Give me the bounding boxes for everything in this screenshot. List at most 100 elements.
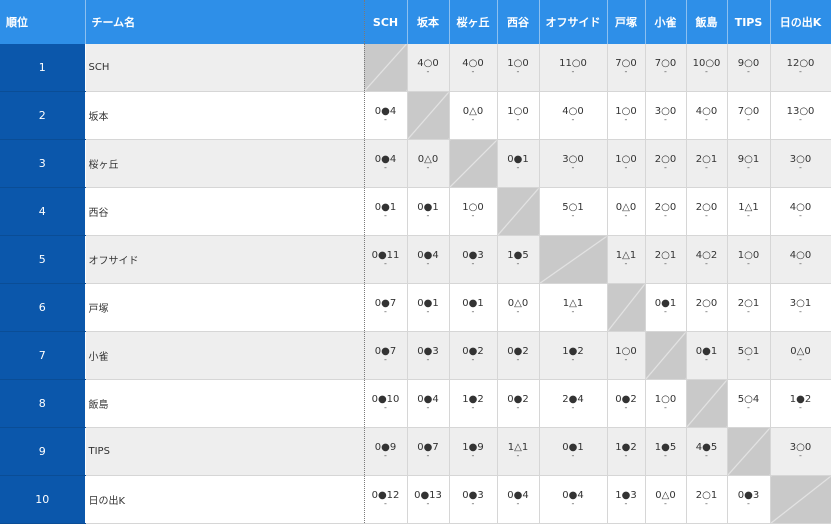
table-row: 5 オフサイド 0●11-0●4-0●3-1●5- 1△1-2○1-4○2-1○0-4… — [0, 235, 831, 284]
match-result-cell: 0●2- — [497, 379, 540, 428]
match-sub-mark: - — [705, 115, 708, 124]
team-name-cell: TIPS — [85, 427, 365, 476]
match-sub-mark: - — [624, 67, 628, 76]
match-result-cell: 0●4- — [407, 235, 450, 284]
match-result-cell: 0●2- — [449, 331, 498, 380]
match-sub-mark: - — [571, 67, 575, 76]
match-sub-mark: - — [426, 307, 430, 316]
self-match-cell — [497, 187, 540, 236]
match-result-cell: 0●1- — [407, 187, 450, 236]
match-sub-mark: - — [799, 211, 802, 220]
match-results-table: 順位 チーム名 SCH 坂本 桜ヶ丘 西谷 オフサイド 戸塚 小雀 飯島 TIPS 日の出K 1S… — [0, 0, 831, 524]
match-result-cell: 0△0- — [407, 139, 450, 188]
column-header-opponent: 坂本 — [407, 0, 450, 44]
match-result-cell: 1○0- — [449, 187, 498, 236]
match-sub-mark: - — [516, 403, 520, 412]
match-sub-mark: - — [747, 211, 750, 220]
match-sub-mark: - — [384, 403, 387, 412]
match-result-cell: 3○0- — [539, 139, 608, 188]
match-sub-mark: - — [664, 67, 667, 76]
team-name-cell: 坂本 — [85, 91, 365, 140]
match-sub-mark: - — [705, 499, 708, 508]
match-result-cell: 9○1- — [727, 139, 771, 188]
match-result-cell: 7○0- — [607, 44, 646, 92]
match-result-cell: 0●3- — [407, 331, 450, 380]
match-sub-mark: - — [426, 499, 430, 508]
match-sub-mark: - — [664, 115, 667, 124]
match-result-cell: 0●10- — [364, 379, 408, 428]
header-row: 順位 チーム名 SCH 坂本 桜ヶ丘 西谷 オフサイド 戸塚 小雀 飯島 TIPS 日の出K — [0, 0, 831, 44]
match-result-cell: 3○0- — [645, 91, 687, 140]
self-match-cell — [607, 283, 646, 332]
self-match-cell — [686, 379, 728, 428]
match-sub-mark: - — [664, 451, 667, 460]
match-result-cell: 1●2- — [449, 379, 498, 428]
rank-cell: 8 — [0, 379, 86, 428]
match-sub-mark: - — [516, 451, 520, 460]
match-sub-mark: - — [747, 403, 750, 412]
team-name-cell: 西谷 — [85, 187, 365, 236]
match-sub-mark: - — [516, 355, 520, 364]
match-sub-mark: - — [799, 355, 802, 364]
match-sub-mark: - — [426, 211, 430, 220]
match-result-cell: 2○0- — [686, 187, 728, 236]
match-result-cell: 1○0- — [497, 91, 540, 140]
match-result-cell: 4●5- — [686, 427, 728, 476]
match-sub-mark: - — [571, 211, 575, 220]
match-sub-mark: - — [747, 163, 750, 172]
table-row: 2 坂本 0●4-0△0-1○0-4○0-1○0-3○0-4○0-7○0-13○0- — [0, 91, 831, 140]
match-result-cell: 1○0- — [645, 379, 687, 428]
match-result-cell: 0●2- — [607, 379, 646, 428]
match-result-cell: 0●3- — [727, 475, 771, 524]
column-header-opponent: 西谷 — [497, 0, 540, 44]
match-sub-mark: - — [799, 307, 802, 316]
match-sub-mark: - — [471, 211, 475, 220]
match-sub-mark: - — [384, 163, 387, 172]
match-sub-mark: - — [747, 355, 750, 364]
team-name-cell: 小雀 — [85, 331, 365, 380]
match-result-cell: 0△0- — [449, 91, 498, 140]
match-result-cell: 0●1- — [686, 331, 728, 380]
match-sub-mark: - — [664, 259, 667, 268]
team-name-cell: 日の出K — [85, 475, 365, 524]
match-sub-mark: - — [747, 67, 750, 76]
match-result-cell: 1○0- — [497, 44, 540, 92]
match-result-cell: 0●7- — [364, 331, 408, 380]
match-sub-mark: - — [571, 451, 575, 460]
match-result-cell: 0△0- — [497, 283, 540, 332]
match-sub-mark: - — [664, 211, 667, 220]
match-sub-mark: - — [664, 307, 667, 316]
match-sub-mark: - — [799, 163, 802, 172]
match-result-cell: 10○0- — [686, 44, 728, 92]
team-name-header: チーム名 — [85, 0, 365, 44]
match-sub-mark: - — [664, 499, 667, 508]
column-header-opponent: 日の出K — [770, 0, 831, 44]
match-sub-mark: - — [516, 67, 520, 76]
match-result-cell: 0●1- — [407, 283, 450, 332]
match-result-cell: 0●4- — [364, 139, 408, 188]
match-sub-mark: - — [471, 499, 475, 508]
rank-cell: 6 — [0, 283, 86, 332]
match-sub-mark: - — [471, 307, 475, 316]
standings-grid: 順位 チーム名 SCH 坂本 桜ヶ丘 西谷 オフサイド 戸塚 小雀 飯島 TIPS 日の出K 1S… — [0, 0, 831, 527]
column-header-opponent: 桜ヶ丘 — [449, 0, 498, 44]
match-result-cell: 7○0- — [727, 91, 771, 140]
match-result-cell: 4○0- — [407, 44, 450, 92]
match-result-cell: 2○1- — [686, 139, 728, 188]
match-sub-mark: - — [624, 259, 628, 268]
match-result-cell: 0●12- — [364, 475, 408, 524]
match-sub-mark: - — [384, 499, 387, 508]
match-result-cell: 4○2- — [686, 235, 728, 284]
match-sub-mark: - — [384, 115, 387, 124]
match-result-cell: 0●3- — [449, 475, 498, 524]
match-sub-mark: - — [426, 355, 430, 364]
match-sub-mark: - — [624, 451, 628, 460]
table-row: 3 桜ヶ丘 0●4-0△0-0●1-3○0-1○0-2○0-2○1-9○1-3○0- — [0, 139, 831, 188]
match-result-cell: 2○0- — [645, 187, 687, 236]
rank-cell: 10 — [0, 475, 86, 524]
column-header-opponent: 戸塚 — [607, 0, 646, 44]
match-sub-mark: - — [624, 403, 628, 412]
match-sub-mark: - — [624, 211, 628, 220]
match-sub-mark: - — [571, 499, 575, 508]
match-result-cell: 0●1- — [645, 283, 687, 332]
